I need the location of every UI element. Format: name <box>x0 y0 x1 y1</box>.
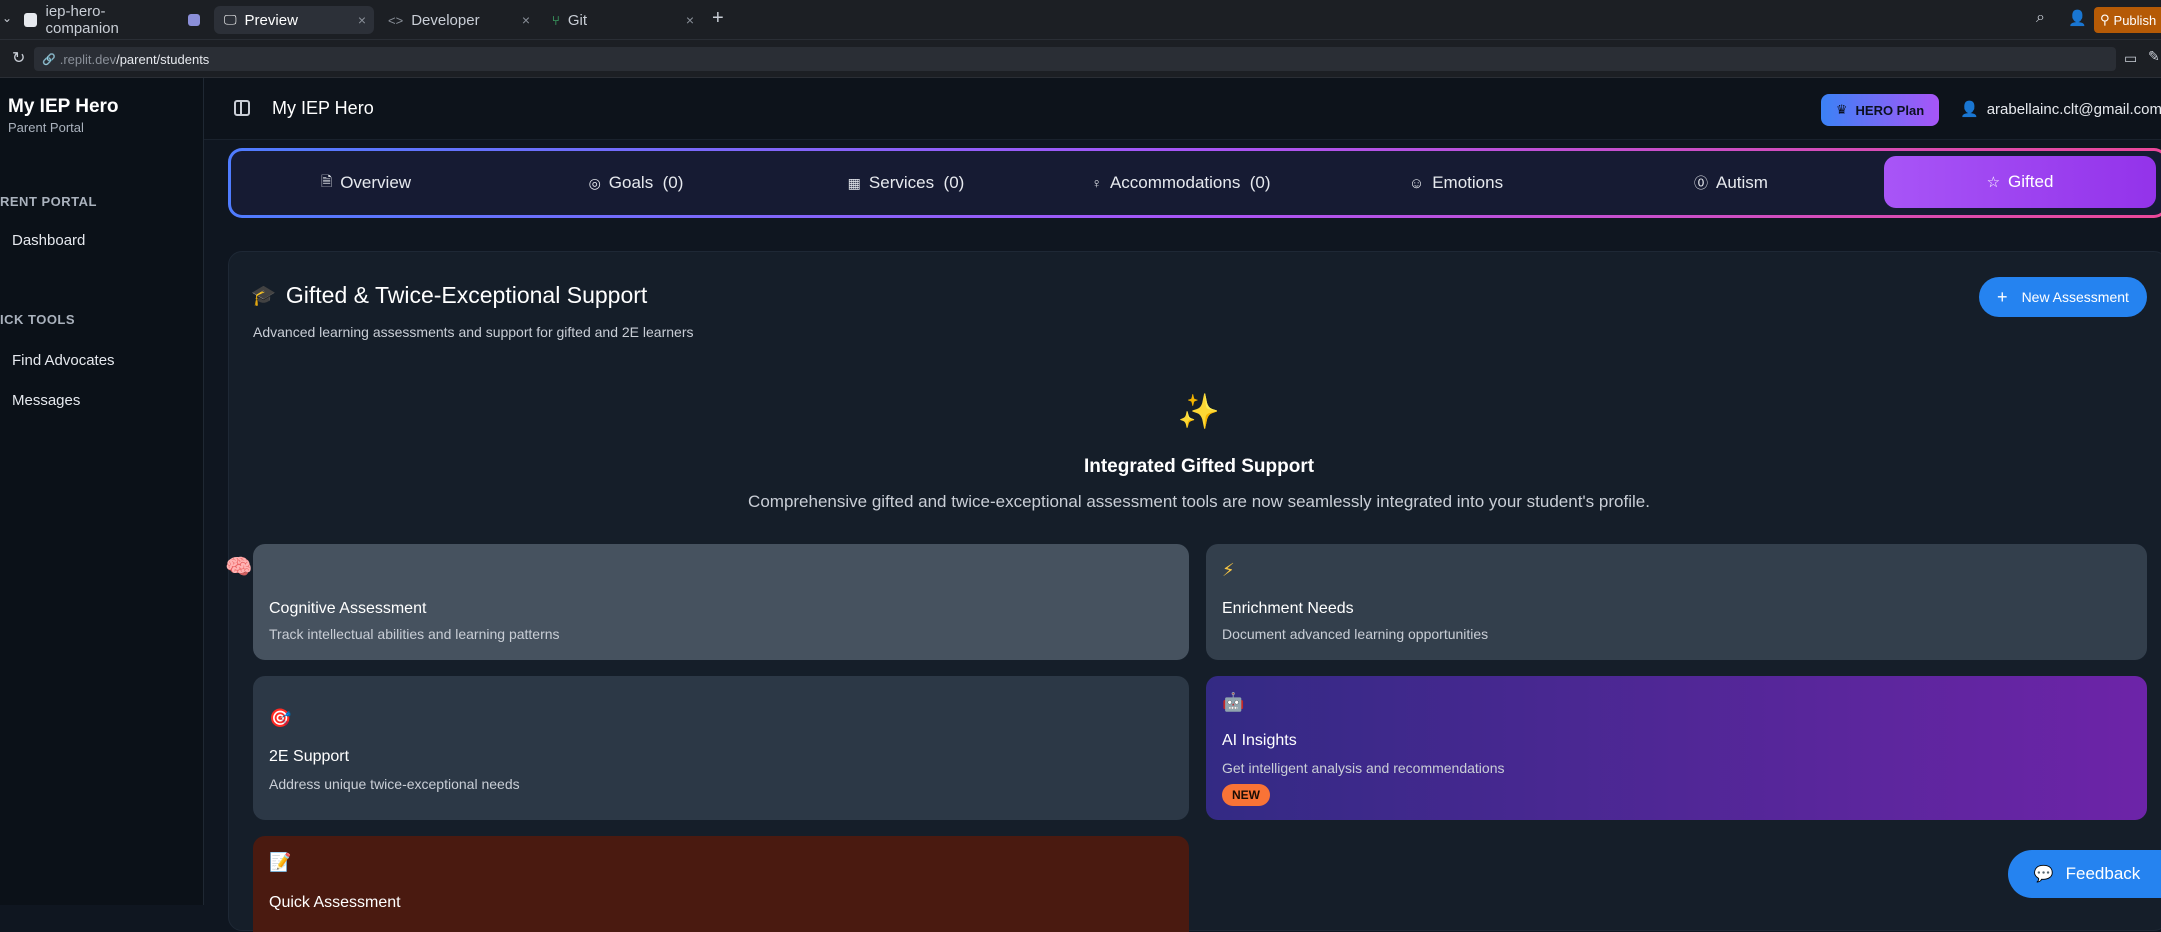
pin-icon: ⚲ <box>2100 12 2110 27</box>
document-icon: 🗎 <box>320 173 333 189</box>
edit-icon[interactable]: ✎ <box>2148 48 2160 65</box>
feedback-button[interactable]: 💬 Feedback <box>2008 850 2161 898</box>
graduation-cap-icon: 🎓 <box>251 285 276 307</box>
chevron-down-icon[interactable]: ⌄ <box>2 11 12 25</box>
plus-icon: + <box>1997 286 2008 307</box>
smile-icon: ☺ <box>1408 174 1425 192</box>
search-icon[interactable]: ⌕ <box>2036 9 2045 27</box>
app-header: My IEP Hero ♛ HERO Plan 👤 arabellainc.cl… <box>204 78 2161 140</box>
target-icon: 🎯 <box>269 708 292 728</box>
section-title: 🎓 Gifted & Twice-Exceptional Support <box>251 282 648 308</box>
workspace-icon[interactable] <box>188 14 200 26</box>
link-icon: 🔗 <box>42 53 56 66</box>
tab-services[interactable]: ▦ Services (0) <box>771 151 1041 215</box>
main-content: My IEP Hero ♛ HERO Plan 👤 arabellainc.cl… <box>204 78 2161 932</box>
target-icon: ◎ <box>588 174 601 191</box>
building-icon: ▦ <box>847 174 861 191</box>
tab-autism[interactable]: ⓪ Autism <box>1591 151 1871 215</box>
brain-icon: 🧠 <box>225 554 253 579</box>
tab-git[interactable]: ⑂ Git × <box>542 6 702 34</box>
git-branch-icon: ⑂ <box>552 12 560 28</box>
student-tabs: 🗎 Overview ◎ Goals (0) ▦ Services (0) ♀ … <box>228 148 2161 218</box>
reload-icon[interactable]: ↻ <box>12 48 25 68</box>
gifted-support-card: 🎓 Gifted & Twice-Exceptional Support Adv… <box>228 251 2161 932</box>
star-icon: ☆ <box>1986 174 2001 191</box>
tile-cognitive-assessment[interactable]: Cognitive Assessment Track intellectual … <box>253 544 1189 660</box>
integrated-subtitle: Comprehensive gifted and twice-exception… <box>748 492 1650 511</box>
tab-emotions[interactable]: ☺ Emotions <box>1321 151 1591 215</box>
sidebar-item-dashboard[interactable]: Dashboard <box>12 232 85 249</box>
close-icon[interactable]: × <box>358 12 366 28</box>
monitor-icon: 🖵 <box>224 12 237 27</box>
tab-preview[interactable]: 🖵 Preview × <box>214 6 374 34</box>
sidebar-item-find-advocates[interactable]: Find Advocates <box>12 352 115 369</box>
sparkles-icon: ✨ <box>1177 393 1221 431</box>
close-icon[interactable]: × <box>522 12 530 28</box>
lightning-icon: ⚡ <box>1222 560 1235 580</box>
section-subtitle: Advanced learning assessments and suppor… <box>253 324 694 340</box>
code-icon: <> <box>388 12 404 28</box>
memo-icon: 📝 <box>269 852 292 872</box>
app-favicon-icon <box>24 13 38 27</box>
new-assessment-button[interactable]: + New Assessment <box>1979 277 2147 317</box>
sidebar-title: My IEP Hero <box>8 96 119 117</box>
chat-bubble-icon: 💬 <box>2033 866 2054 883</box>
close-icon[interactable]: × <box>686 12 694 28</box>
sidebar-section-quick-tools: ICK TOOLS <box>0 312 76 327</box>
sidebar-toggle-icon[interactable] <box>234 100 250 116</box>
tab-accommodations[interactable]: ♀ Accommodations (0) <box>1041 151 1321 215</box>
publish-button[interactable]: ⚲ Publish <box>2094 7 2161 33</box>
robot-icon: 🤖 <box>1222 692 1245 712</box>
crown-icon: ♛ <box>1835 102 1848 117</box>
user-menu[interactable]: 👤 arabellainc.clt@gmail.com <box>1960 100 2161 119</box>
tab-goals[interactable]: ◎ Goals (0) <box>501 151 771 215</box>
user-icon: 👤 <box>1960 101 1979 118</box>
url-field[interactable]: 🔗 .replit.dev/parent/students <box>34 47 2116 71</box>
page-title: My IEP Hero <box>272 98 374 118</box>
browser-tab-bar: ⌄ iep-hero-companion 🖵 Preview × <> Deve… <box>0 0 2161 40</box>
hero-plan-badge[interactable]: ♛ HERO Plan <box>1821 94 1939 126</box>
sidebar-subtitle: Parent Portal <box>8 120 84 135</box>
puzzle-icon: ⓪ <box>1694 175 1709 191</box>
integrated-title: Integrated Gifted Support <box>1083 456 1315 477</box>
tile-2e-support[interactable]: 🎯 2E Support Address unique twice-except… <box>253 676 1189 820</box>
tile-ai-insights[interactable]: 🤖 AI Insights Get intelligent analysis a… <box>1206 676 2147 820</box>
tab-iep-hero-companion[interactable]: iep-hero-companion <box>14 3 184 37</box>
new-badge: NEW <box>1222 784 1270 806</box>
sidebar: My IEP Hero Parent Portal RENT PORTAL Da… <box>0 78 204 905</box>
new-tab-icon[interactable]: + <box>712 7 724 30</box>
sidebar-item-messages[interactable]: Messages <box>12 392 80 409</box>
tab-gifted[interactable]: ☆ Gifted <box>1884 156 2156 208</box>
address-bar-row: ↻ 🔗 .replit.dev/parent/students ▭ ✎ <box>0 40 2161 78</box>
invite-user-icon[interactable]: 👤 <box>2068 9 2087 27</box>
sidebar-section-parent-portal: RENT PORTAL <box>0 194 97 209</box>
lightbulb-icon: ♀ <box>1091 175 1102 191</box>
tile-enrichment-needs[interactable]: ⚡ Enrichment Needs Document advanced lea… <box>1206 544 2147 660</box>
tile-quick-assessment[interactable]: 📝 Quick Assessment <box>253 836 1189 932</box>
tab-overview[interactable]: 🗎 Overview <box>231 151 501 215</box>
tab-developer[interactable]: <> Developer × <box>378 6 538 34</box>
devices-icon[interactable]: ▭ <box>2124 50 2137 67</box>
